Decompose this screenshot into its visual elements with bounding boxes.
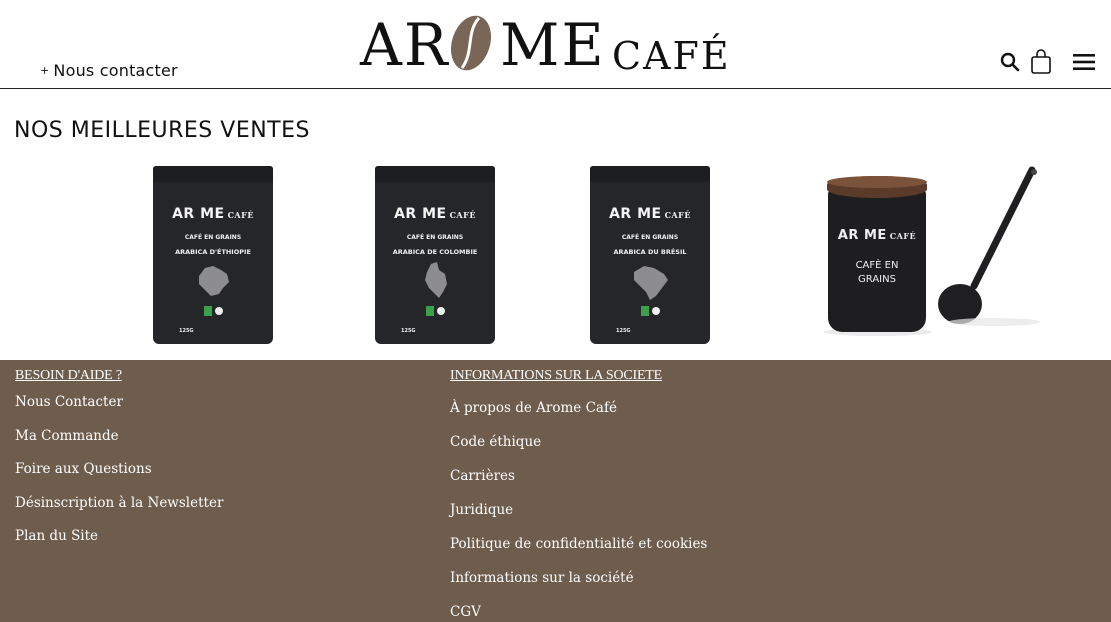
- coffee-scoop-icon: [938, 166, 1040, 326]
- product-card-jar[interactable]: AR ME CAFÉ CAFÈ EN GRAINS: [0, 160, 1111, 350]
- product-carousel: AR ME CAFÉ CAFÉ EN GRAINS ARABICA D'ÉTHIO…: [0, 160, 1111, 355]
- footer-link-legal[interactable]: Juridique: [450, 500, 707, 520]
- plus-icon: +: [40, 64, 50, 77]
- footer-link-sitemap[interactable]: Plan du Site: [15, 526, 223, 546]
- section-title: NOS MEILLEURES VENTES: [14, 118, 310, 143]
- footer-link-contact[interactable]: Nous Contacter: [15, 392, 223, 412]
- cart-icon[interactable]: [1027, 48, 1055, 76]
- footer-link-faq[interactable]: Foire aux Questions: [15, 459, 223, 479]
- footer-link-company-info[interactable]: Informations sur la société: [450, 568, 707, 588]
- product-type-2: GRAINS: [858, 274, 896, 285]
- footer-company-column: INFORMATIONS SUR LA SOCIETE À propos de …: [450, 368, 707, 622]
- site-header: + Nous contacter AR ME CAFÉ: [0, 0, 1111, 89]
- footer-link-privacy[interactable]: Politique de confidentialité et cookies: [450, 534, 707, 554]
- coffee-bean-icon: [450, 15, 492, 71]
- footer-link-unsubscribe[interactable]: Désinscription à la Newsletter: [15, 493, 223, 513]
- menu-icon[interactable]: [1070, 48, 1098, 76]
- logo-text-right: ME: [500, 11, 606, 79]
- contact-label: Nous contacter: [53, 61, 178, 80]
- footer-link-order[interactable]: Ma Commande: [15, 426, 223, 446]
- product-type: CAFÈ EN: [855, 260, 899, 271]
- product-image: AR ME CAFÉ CAFÈ EN GRAINS: [824, 176, 934, 336]
- product-brand: AR ME: [837, 228, 887, 243]
- site-logo[interactable]: AR ME CAFÉ: [358, 11, 729, 79]
- footer-help-heading[interactable]: BESOIN D'AIDE ?: [15, 368, 223, 384]
- logo-cafe: CAFÉ: [612, 34, 731, 78]
- footer-company-heading[interactable]: INFORMATIONS SUR LA SOCIETE: [450, 368, 707, 384]
- footer-link-cgv[interactable]: CGV: [450, 602, 707, 622]
- search-icon[interactable]: [996, 48, 1024, 76]
- logo-text-left: AR: [360, 11, 450, 79]
- contact-link[interactable]: + Nous contacter: [40, 61, 178, 80]
- footer-help-column: BESOIN D'AIDE ? Nous Contacter Ma Comman…: [15, 368, 223, 560]
- product-brand-small: CAFÉ: [889, 231, 917, 241]
- footer-link-ethics[interactable]: Code éthique: [450, 432, 707, 452]
- footer-link-careers[interactable]: Carrières: [450, 466, 707, 486]
- footer-link-about[interactable]: À propos de Arome Café: [450, 398, 707, 418]
- site-footer: BESOIN D'AIDE ? Nous Contacter Ma Comman…: [0, 360, 1111, 622]
